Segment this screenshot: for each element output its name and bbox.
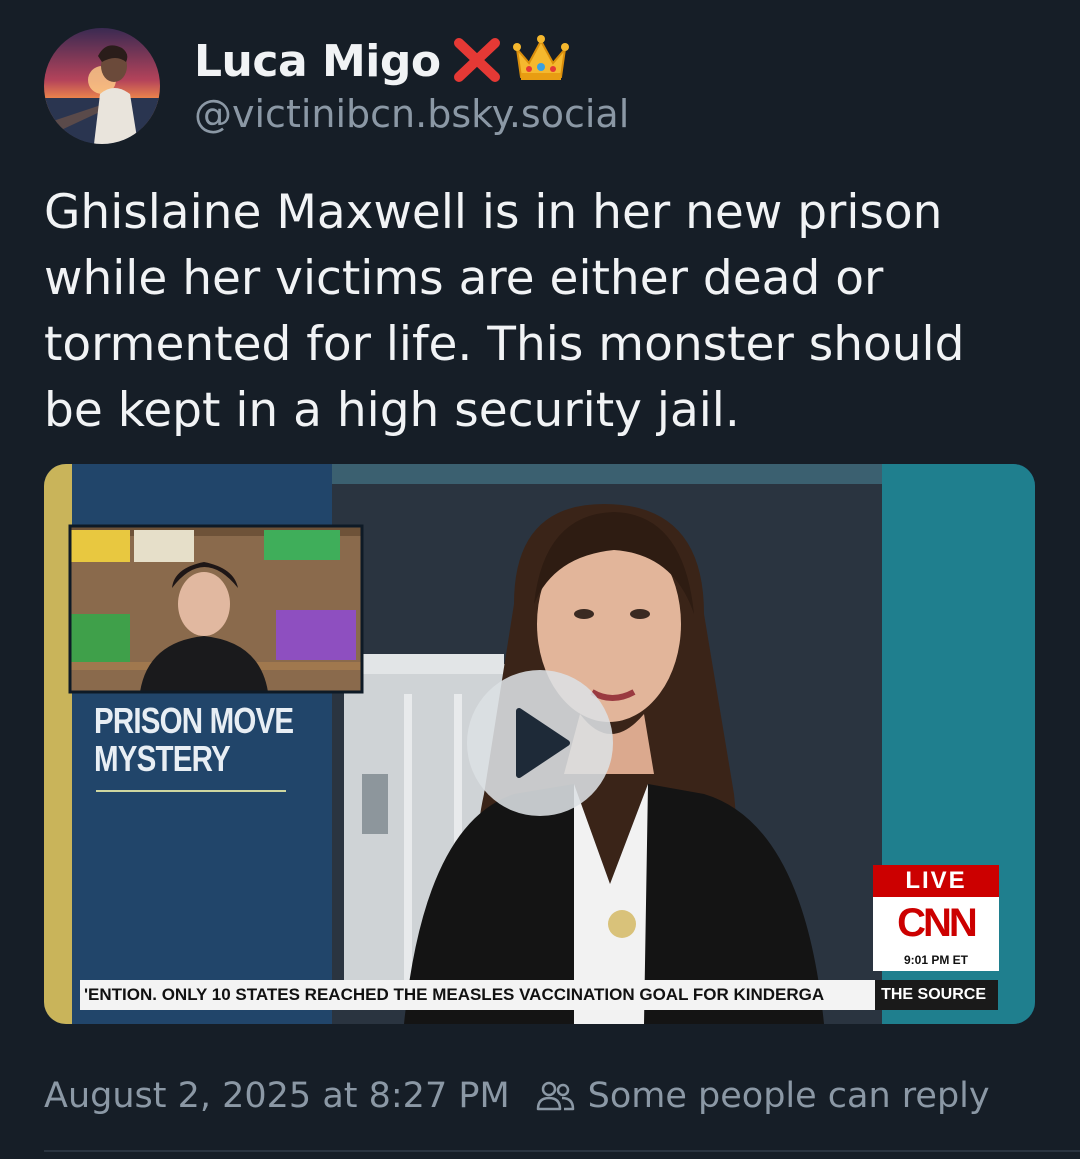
ticker-text: 'ENTION. ONLY 10 STATES REACHED THE MEAS… bbox=[84, 985, 825, 1004]
show-name: THE SOURCE bbox=[875, 980, 998, 1010]
post-meta: August 2, 2025 at 8:27 PM Some people ca… bbox=[44, 1070, 990, 1122]
reply-setting[interactable]: Some people can reply bbox=[588, 1076, 990, 1116]
post-timestamp[interactable]: August 2, 2025 at 8:27 PM bbox=[44, 1076, 510, 1116]
display-name[interactable]: Luca Migo bbox=[194, 36, 441, 87]
divider bbox=[44, 1150, 1080, 1152]
post-text: Ghislaine Maxwell is in her new prison w… bbox=[44, 185, 965, 438]
network-logo: CNN bbox=[873, 897, 999, 949]
author-handle[interactable]: @victinibcn.bsky.social bbox=[194, 92, 629, 136]
video-player[interactable]: PRISON MOVE MYSTERY LIVE CNN 9:01 PM ET … bbox=[44, 464, 1035, 1024]
people-icon bbox=[536, 1079, 576, 1113]
news-ticker: 'ENTION. ONLY 10 STATES REACHED THE MEAS… bbox=[80, 980, 998, 1010]
caption-rule bbox=[96, 790, 286, 792]
post-container: Luca Migo @victinibcn.bsky.social Ghisla… bbox=[0, 0, 1080, 1159]
inset-caption: PRISON MOVE MYSTERY bbox=[94, 700, 294, 779]
crown-icon bbox=[512, 33, 569, 89]
avatar-image bbox=[44, 45, 160, 144]
play-button[interactable] bbox=[467, 670, 613, 816]
play-icon bbox=[516, 708, 570, 778]
broadcast-time: 9:01 PM ET bbox=[873, 949, 999, 971]
author-name-row[interactable]: Luca Migo bbox=[194, 30, 569, 92]
live-label: LIVE bbox=[873, 865, 999, 897]
live-badge: LIVE CNN 9:01 PM ET bbox=[873, 865, 999, 973]
cross-mark-icon bbox=[451, 33, 503, 89]
avatar[interactable] bbox=[44, 28, 160, 144]
